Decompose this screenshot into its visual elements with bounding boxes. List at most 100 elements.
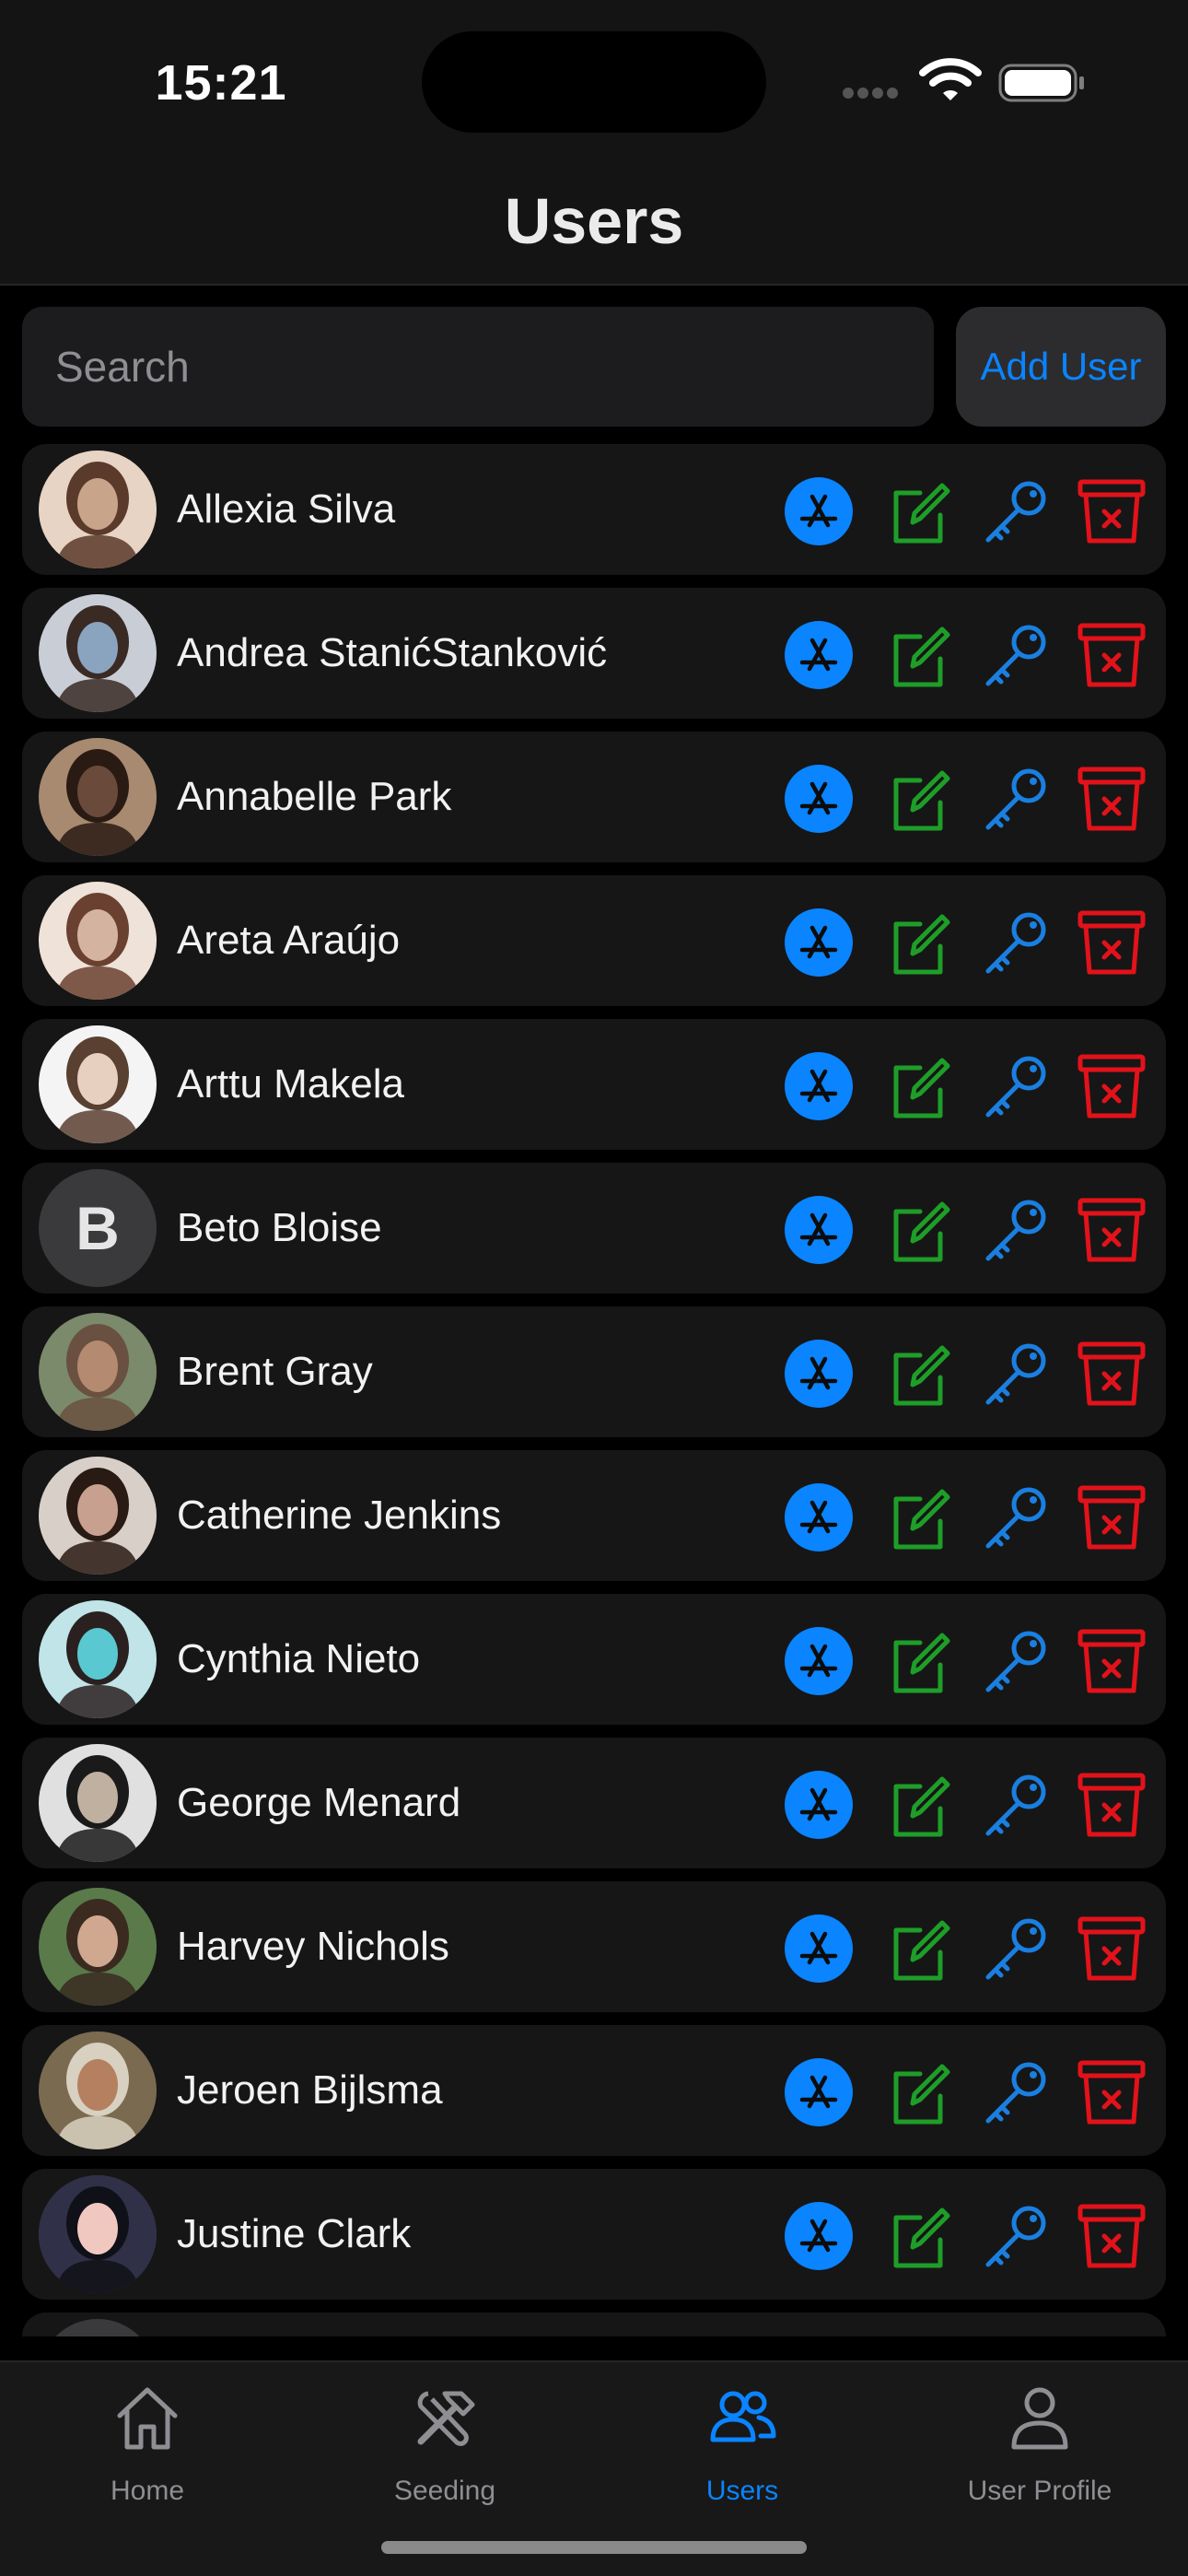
- app-store-button[interactable]: [784, 1482, 854, 1552]
- delete-button[interactable]: [1077, 1051, 1147, 1121]
- delete-button[interactable]: [1077, 1914, 1147, 1984]
- app-store-button[interactable]: [784, 764, 854, 834]
- app-store-button[interactable]: [784, 907, 854, 978]
- password-button[interactable]: [981, 2057, 1051, 2127]
- tab-user-profile-label: User Profile: [967, 2476, 1112, 2506]
- edit-button[interactable]: [883, 1914, 953, 1984]
- password-button[interactable]: [981, 1770, 1051, 1840]
- delete-button[interactable]: [1077, 1626, 1147, 1696]
- trash-icon: [1077, 623, 1146, 687]
- user-row[interactable]: B Beto Bloise: [22, 1163, 1166, 1294]
- app-store-button[interactable]: [784, 1770, 854, 1840]
- edit-icon: [893, 626, 950, 687]
- avatar: [39, 2319, 157, 2336]
- key-icon: [985, 1774, 1046, 1836]
- password-button[interactable]: [981, 764, 1051, 834]
- user-row-partial[interactable]: [22, 2313, 1166, 2336]
- add-user-button[interactable]: Add User: [956, 307, 1166, 427]
- app-store-button[interactable]: [784, 1339, 854, 1409]
- user-row[interactable]: Allexia Silva: [22, 444, 1166, 575]
- trash-icon: [1077, 1341, 1146, 1406]
- user-row[interactable]: Jeroen Bijlsma: [22, 2025, 1166, 2156]
- password-button[interactable]: [981, 907, 1051, 978]
- user-name: Harvey Nichols: [177, 1924, 449, 1969]
- edit-icon: [893, 1345, 950, 1406]
- tab-user-profile[interactable]: User Profile: [929, 2381, 1150, 2519]
- user-row[interactable]: Justine Clark: [22, 2169, 1166, 2300]
- edit-button[interactable]: [883, 907, 953, 978]
- tab-home[interactable]: Home: [37, 2381, 258, 2519]
- user-row[interactable]: Harvey Nichols: [22, 1881, 1166, 2012]
- app-store-button[interactable]: [784, 1051, 854, 1121]
- delete-button[interactable]: [1077, 476, 1147, 546]
- user-row[interactable]: Catherine Jenkins: [22, 1450, 1166, 1581]
- app-store-button[interactable]: [784, 2057, 854, 2127]
- avatar: [39, 2032, 157, 2149]
- password-button[interactable]: [981, 476, 1051, 546]
- edit-button[interactable]: [883, 2057, 953, 2127]
- edit-button[interactable]: [883, 1195, 953, 1265]
- delete-button[interactable]: [1077, 1195, 1147, 1265]
- delete-button[interactable]: [1077, 1770, 1147, 1840]
- key-icon: [985, 1200, 1046, 1261]
- password-button[interactable]: [981, 1626, 1051, 1696]
- user-name: Cynthia Nieto: [177, 1636, 421, 1681]
- edit-button[interactable]: [883, 476, 953, 546]
- search-input[interactable]: [22, 307, 934, 427]
- trash-icon: [1077, 1485, 1146, 1550]
- app-store-button[interactable]: [784, 476, 854, 546]
- edit-icon: [893, 483, 950, 544]
- user-name: Arttu Makela: [177, 1061, 404, 1107]
- app-store-button[interactable]: [784, 1195, 854, 1265]
- password-button[interactable]: [981, 2201, 1051, 2271]
- user-list[interactable]: Allexia Silva Andrea StanićStanković Annab…: [0, 440, 1188, 2336]
- delete-button[interactable]: [1077, 764, 1147, 834]
- edit-button[interactable]: [883, 1339, 953, 1409]
- tab-users[interactable]: Users: [632, 2381, 853, 2519]
- delete-button[interactable]: [1077, 907, 1147, 978]
- edit-button[interactable]: [883, 1770, 953, 1840]
- app-store-button[interactable]: [784, 620, 854, 690]
- edit-button[interactable]: [883, 620, 953, 690]
- avatar: [39, 2175, 157, 2293]
- delete-button[interactable]: [1077, 2057, 1147, 2127]
- password-button[interactable]: [981, 620, 1051, 690]
- delete-button[interactable]: [1077, 620, 1147, 690]
- home-indicator[interactable]: [381, 2541, 807, 2554]
- key-icon: [985, 912, 1046, 974]
- edit-button[interactable]: [883, 1626, 953, 1696]
- delete-button[interactable]: [1077, 1339, 1147, 1409]
- edit-button[interactable]: [883, 764, 953, 834]
- edit-icon: [893, 770, 950, 831]
- password-button[interactable]: [981, 1195, 1051, 1265]
- password-button[interactable]: [981, 1339, 1051, 1409]
- user-row[interactable]: Brent Gray: [22, 1306, 1166, 1437]
- delete-button[interactable]: [1077, 2201, 1147, 2271]
- user-row[interactable]: Annabelle Park: [22, 732, 1166, 862]
- app-store-icon: [785, 477, 853, 545]
- app-store-button[interactable]: [784, 2201, 854, 2271]
- user-row[interactable]: George Menard: [22, 1738, 1166, 1868]
- user-row[interactable]: Areta Araújo: [22, 875, 1166, 1006]
- user-row[interactable]: Cynthia Nieto: [22, 1594, 1166, 1725]
- trash-icon: [1077, 2060, 1146, 2125]
- edit-button[interactable]: [883, 1051, 953, 1121]
- edit-button[interactable]: [883, 2201, 953, 2271]
- user-name: Areta Araújo: [177, 918, 401, 963]
- app-store-button[interactable]: [784, 1626, 854, 1696]
- delete-button[interactable]: [1077, 1482, 1147, 1552]
- users-screen: 15:21 Users Add User Allexia Silva Andrea…: [0, 0, 1188, 2576]
- avatar: [39, 1313, 157, 1431]
- password-button[interactable]: [981, 1914, 1051, 1984]
- password-button[interactable]: [981, 1051, 1051, 1121]
- user-row[interactable]: Andrea StanićStanković: [22, 588, 1166, 719]
- tab-seeding[interactable]: Seeding: [334, 2381, 555, 2519]
- app-store-button[interactable]: [784, 1914, 854, 1984]
- app-store-icon: [785, 2058, 853, 2126]
- user-row[interactable]: Arttu Makela: [22, 1019, 1166, 1150]
- password-button[interactable]: [981, 1482, 1051, 1552]
- app-store-icon: [785, 1914, 853, 1983]
- edit-button[interactable]: [883, 1482, 953, 1552]
- user-name: Brent Gray: [177, 1349, 373, 1394]
- app-store-icon: [785, 1627, 853, 1695]
